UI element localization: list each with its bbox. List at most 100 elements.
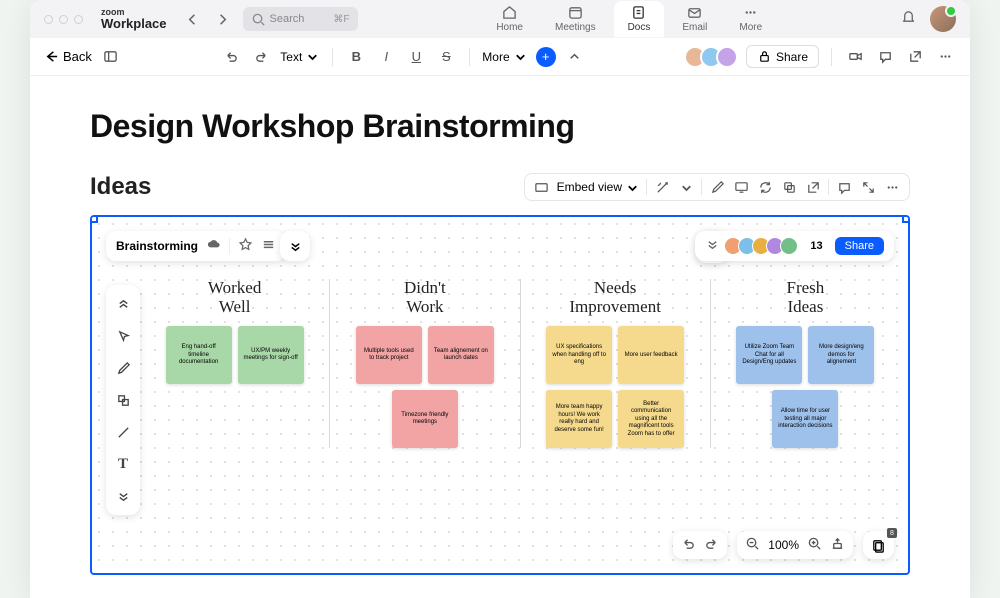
nav-forward-icon[interactable] xyxy=(213,9,233,29)
board-column: Didn'tWork Multiple tools used to track p… xyxy=(342,279,507,448)
chat-icon[interactable] xyxy=(835,178,853,196)
zoom-out-icon[interactable] xyxy=(745,536,760,554)
double-chevron-down-icon[interactable] xyxy=(280,231,310,261)
user-avatar[interactable] xyxy=(930,6,956,32)
docs-icon xyxy=(631,5,646,20)
italic-icon[interactable]: I xyxy=(375,46,397,68)
cloud-icon xyxy=(206,237,221,255)
video-icon[interactable] xyxy=(844,46,866,68)
search-input[interactable]: Search ⌘F xyxy=(243,7,358,31)
nav-home[interactable]: Home xyxy=(482,1,537,37)
menu-icon[interactable] xyxy=(261,237,276,255)
screen-icon[interactable] xyxy=(732,178,750,196)
embed-toolbar: Embed view xyxy=(524,173,910,201)
shapes-icon[interactable] xyxy=(110,387,136,413)
double-chevron-up-icon[interactable] xyxy=(110,291,136,317)
column-title[interactable]: NeedsImprovement xyxy=(533,279,698,316)
embed-view-dropdown[interactable]: Embed view xyxy=(557,180,640,195)
bell-icon[interactable] xyxy=(901,9,916,29)
redo-icon[interactable] xyxy=(250,46,272,68)
lock-icon xyxy=(757,49,772,64)
wb-tool-palette: T xyxy=(106,285,140,515)
insert-button[interactable]: + xyxy=(536,47,556,67)
cursor-icon[interactable] xyxy=(110,323,136,349)
whiteboard-title-chip[interactable]: Brainstorming xyxy=(106,231,286,261)
chevron-down-icon xyxy=(625,180,640,195)
sticky-note[interactable]: More user feedback xyxy=(618,326,684,384)
column-title[interactable]: WorkedWell xyxy=(152,279,317,316)
brand-logo: zoom Workplace xyxy=(101,8,167,30)
bold-icon[interactable]: B xyxy=(345,46,367,68)
external-icon[interactable] xyxy=(904,46,926,68)
strikethrough-icon[interactable]: S xyxy=(435,46,457,68)
star-icon[interactable] xyxy=(238,237,253,255)
sticky-note[interactable]: Better communication using all the magni… xyxy=(618,390,684,448)
wb-avatars[interactable] xyxy=(728,237,798,255)
zoom-in-icon[interactable] xyxy=(807,536,822,554)
more-formatting-dropdown[interactable]: More xyxy=(482,49,527,64)
open-external-icon[interactable] xyxy=(804,178,822,196)
column-title[interactable]: FreshIdeas xyxy=(723,279,888,316)
wb-share-button[interactable]: Share xyxy=(835,237,884,255)
page-title[interactable]: Design Workshop Brainstorming xyxy=(90,108,910,145)
double-chevron-down-icon[interactable] xyxy=(705,237,720,255)
whiteboard-embed[interactable]: Brainstorming xyxy=(90,215,910,575)
board-column: WorkedWell Eng hand-off timeline document… xyxy=(152,279,317,448)
more-icon xyxy=(743,5,758,20)
nav-more[interactable]: More xyxy=(725,1,776,37)
wb-undo-icon[interactable] xyxy=(681,536,696,554)
comment-icon[interactable] xyxy=(874,46,896,68)
text-tool-icon[interactable]: T xyxy=(110,451,136,477)
sticky-note[interactable]: Utilize Zoom Team Chat for all Design/En… xyxy=(736,326,802,384)
pencil-icon[interactable] xyxy=(708,178,726,196)
copy-icon[interactable] xyxy=(780,178,798,196)
nav-docs[interactable]: Docs xyxy=(614,1,665,37)
sticky-note[interactable]: Eng hand-off timeline documentation xyxy=(166,326,232,384)
arrow-left-icon xyxy=(44,49,59,64)
chevron-down-icon[interactable] xyxy=(677,178,695,196)
undo-icon[interactable] xyxy=(220,46,242,68)
home-icon xyxy=(502,5,517,20)
collaborators[interactable] xyxy=(684,46,738,68)
chevron-down-icon xyxy=(513,49,528,64)
board-column: NeedsImprovement UX specifications when h… xyxy=(533,279,698,448)
wb-redo-icon[interactable] xyxy=(704,536,719,554)
layout-icon[interactable] xyxy=(533,178,551,196)
expand-icon[interactable] xyxy=(859,178,877,196)
pages-button[interactable]: 8 xyxy=(863,531,894,559)
sticky-note[interactable]: Timezone friendly meetings xyxy=(392,390,458,448)
sticky-note[interactable]: More design/eng demos for alignement xyxy=(808,326,874,384)
back-button[interactable]: Back xyxy=(44,49,92,64)
magic-icon[interactable] xyxy=(653,178,671,196)
refresh-icon[interactable] xyxy=(756,178,774,196)
sticky-note[interactable]: UX specifications when handling off to e… xyxy=(546,326,612,384)
nav-email[interactable]: Email xyxy=(668,1,721,37)
column-title[interactable]: Didn'tWork xyxy=(342,279,507,316)
share-button[interactable]: Share xyxy=(746,45,819,68)
section-heading[interactable]: Ideas xyxy=(90,173,151,201)
nav-meetings[interactable]: Meetings xyxy=(541,1,610,37)
sticky-note[interactable]: Allow time for user testing all major in… xyxy=(772,390,838,448)
sticky-note[interactable]: UX/PM weekly meetings for sign-off xyxy=(238,326,304,384)
sticky-note[interactable]: Multiple tools used to track project xyxy=(356,326,422,384)
text-style-dropdown[interactable]: Text xyxy=(280,49,320,64)
chevron-down-icon xyxy=(305,49,320,64)
nav-back-icon[interactable] xyxy=(183,9,203,29)
fit-icon[interactable] xyxy=(830,536,845,554)
pages-icon xyxy=(871,538,886,553)
email-icon xyxy=(687,5,702,20)
wb-collaborators-chip: 13 Share xyxy=(695,231,894,261)
search-icon xyxy=(251,12,266,27)
calendar-icon xyxy=(568,5,583,20)
underline-icon[interactable]: U xyxy=(405,46,427,68)
pen-icon[interactable] xyxy=(110,355,136,381)
sticky-note[interactable]: More team happy hours! We work really ha… xyxy=(546,390,612,448)
more-icon[interactable] xyxy=(883,178,901,196)
overflow-icon[interactable] xyxy=(934,46,956,68)
collapse-icon[interactable] xyxy=(564,46,586,68)
double-chevron-down-icon[interactable] xyxy=(110,483,136,509)
panel-icon[interactable] xyxy=(100,46,122,68)
line-icon[interactable] xyxy=(110,419,136,445)
window-controls[interactable] xyxy=(44,15,83,24)
sticky-note[interactable]: Team alignement on launch dates xyxy=(428,326,494,384)
